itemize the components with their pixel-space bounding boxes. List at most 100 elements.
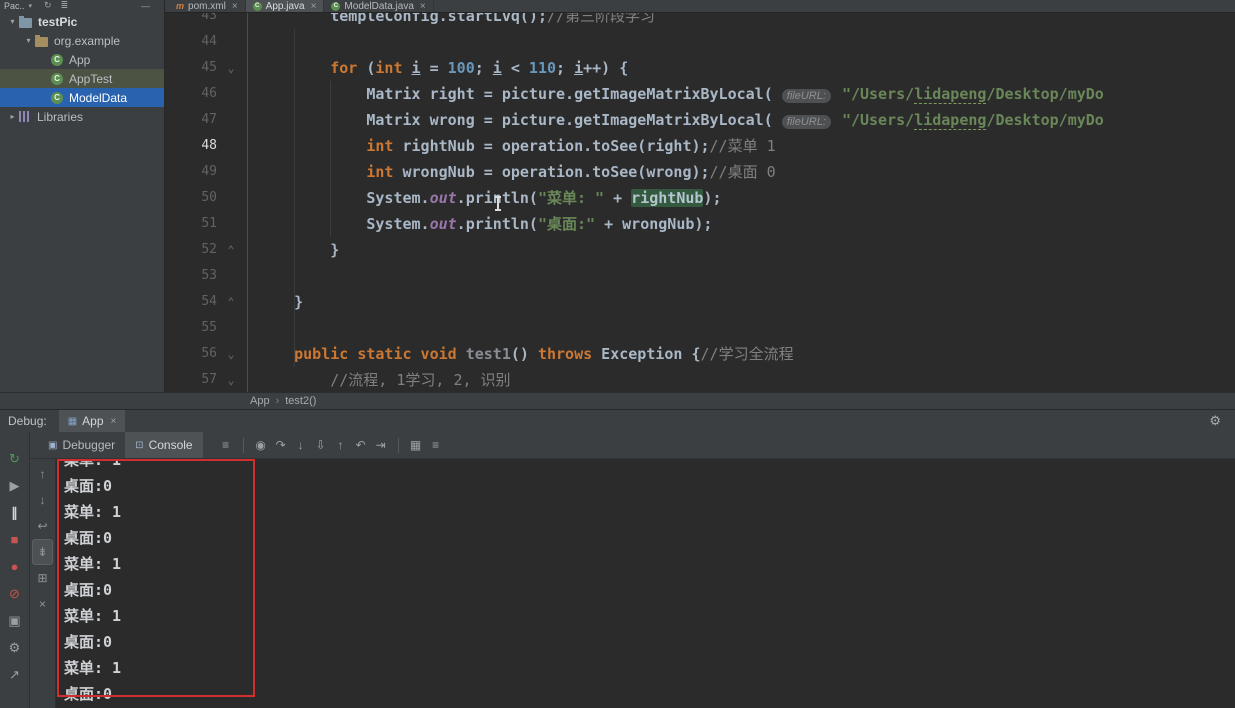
debugger-icon: ▣ xyxy=(48,439,58,451)
sync-icon[interactable]: ↻ xyxy=(44,0,52,11)
tab-debugger[interactable]: ▣ Debugger xyxy=(38,432,125,458)
breadcrumb-item[interactable]: App xyxy=(250,395,270,407)
gutter: 45 ⌄ xyxy=(165,55,248,81)
mute-breakpoints-icon[interactable]: ⊘ xyxy=(0,580,29,607)
tree-item-label: App xyxy=(69,52,91,67)
tree-item-app[interactable]: C App xyxy=(0,50,164,69)
project-tree: ▾ testPic ▾ org.example C App C AppTest C ModelDa… xyxy=(0,11,164,392)
fold-end-icon[interactable]: ⌃ xyxy=(217,289,245,315)
gutter: 57 ⌄ xyxy=(165,367,248,392)
line-number: 49 xyxy=(201,164,217,179)
step-into-icon[interactable]: ↓ xyxy=(292,438,310,452)
close-icon[interactable]: × xyxy=(111,416,117,427)
console-icon: ⊡ xyxy=(135,439,144,451)
pin-rocket-icon[interactable]: ↗ xyxy=(0,661,29,688)
tab-label: Debugger xyxy=(62,438,116,452)
editor-tab-pom-xml[interactable]: m pom.xml × xyxy=(169,0,246,12)
code-text[interactable] xyxy=(248,29,258,55)
resume-icon[interactable]: ▶ xyxy=(0,472,29,499)
fold-open-icon[interactable]: ⌄ xyxy=(217,55,245,81)
code-text[interactable]: System.out.println("菜单: " + rightNub); xyxy=(248,185,721,211)
pause-icon[interactable]: ∥ xyxy=(0,499,29,526)
breadcrumb-item[interactable]: test2() xyxy=(285,395,316,407)
code-text[interactable]: int rightNub = operation.toSee(right);//… xyxy=(248,133,775,159)
view-options-icon[interactable]: ▦ xyxy=(407,438,425,452)
rerun-icon[interactable]: ↻ xyxy=(0,445,29,472)
tree-item-libraries[interactable]: ▸ Libraries xyxy=(0,107,164,126)
code-text[interactable]: System.out.println("桌面:" + wrongNub); xyxy=(248,211,712,237)
tree-item-modeldata[interactable]: C ModelData xyxy=(0,88,164,107)
line-number: 53 xyxy=(201,268,217,283)
editor-tab-modeldata-java[interactable]: C ModelData.java × xyxy=(324,0,434,12)
tree-item-label: ModelData xyxy=(69,90,128,105)
code-line: 55 xyxy=(165,315,1235,341)
editor-tab-app-java[interactable]: C App.java × xyxy=(245,0,325,12)
soft-wrap-icon[interactable]: ↩ xyxy=(32,513,53,539)
chevron-down-icon[interactable]: ▾ xyxy=(22,36,35,45)
line-number: 48 xyxy=(201,138,217,153)
run-to-cursor-icon[interactable]: ⇥ xyxy=(372,438,390,452)
gear-icon[interactable]: ⚙ xyxy=(1209,413,1221,429)
code-line: 56 ⌄ public static void test1() throws Exc… xyxy=(165,341,1235,367)
main-toolbar: Pac.. ▾ ↻ ≣ — xyxy=(0,0,164,11)
close-icon[interactable]: × xyxy=(232,1,238,12)
step-over-icon[interactable]: ↷ xyxy=(272,438,290,452)
code-text[interactable] xyxy=(248,315,258,341)
stack-down-icon[interactable]: ↓ xyxy=(32,487,53,513)
console-line: 桌面:0 xyxy=(64,685,113,703)
code-text[interactable]: int wrongNub = operation.toSee(wrong);//… xyxy=(248,159,775,185)
view-breakpoints-icon[interactable]: ● xyxy=(0,553,29,580)
chevron-down-icon[interactable]: ▾ xyxy=(6,17,19,26)
code-text[interactable]: //流程, 1学习, 2, 识别 xyxy=(248,367,510,392)
class-icon: C xyxy=(51,91,63,104)
code-line: 45 ⌄ for (int i = 100; i < 110; i++) { xyxy=(165,55,1235,81)
code-text[interactable]: } xyxy=(248,289,303,315)
code-line: 54 ⌃} xyxy=(165,289,1235,315)
gutter: 48 xyxy=(165,133,248,159)
project-selector[interactable]: Pac.. xyxy=(4,1,25,11)
tab-console[interactable]: ⊡ Console xyxy=(125,432,203,458)
debug-settings-gear-icon[interactable]: ⚙ xyxy=(0,634,29,661)
tree-item-org-example[interactable]: ▾ org.example xyxy=(0,31,164,50)
tree-item-apptest[interactable]: C AppTest xyxy=(0,69,164,88)
code-line: 48 int rightNub = operation.toSee(right);… xyxy=(165,133,1235,159)
code-text[interactable]: Matrix right = picture.getImageMatrixByL… xyxy=(248,81,1104,107)
scroll-to-end-icon[interactable]: ⇟ xyxy=(32,539,53,565)
show-execution-point-icon[interactable]: ◉ xyxy=(252,438,270,452)
code-text[interactable]: Matrix wrong = picture.getImageMatrixByL… xyxy=(248,107,1104,133)
debug-view-tabs: ▣ Debugger ⊡ Console xyxy=(38,432,203,458)
console-line: 菜单: 1 xyxy=(64,555,122,573)
session-tab-label: App xyxy=(82,414,104,428)
fold-open-icon[interactable]: ⌄ xyxy=(217,341,245,367)
clear-all-icon[interactable]: × xyxy=(32,591,53,617)
code-text[interactable]: for (int i = 100; i < 110; i++) { xyxy=(248,55,628,81)
main-toolbar-icons: ↻ ≣ xyxy=(44,0,68,11)
fold-open-icon[interactable]: ⌄ xyxy=(217,367,245,392)
layout-icon[interactable]: ≣ xyxy=(61,0,69,11)
close-icon[interactable]: × xyxy=(311,1,317,12)
stop-icon[interactable]: ■ xyxy=(0,526,29,553)
console-output[interactable]: 菜单: 1 桌面:0 菜单: 1 桌面:0 菜单: 1 桌面:0 菜单: 1 桌面:0 菜单: … xyxy=(56,459,1235,708)
code-editor[interactable]: 43 templeConfig.startLvq();//第三阶段学习 44 45 ⌄ f… xyxy=(165,13,1235,392)
debug-views-toolbar: ▣ Debugger ⊡ Console ≡ ◉ ↷ ↓ ⇩ ↑ ↶ ⇥ ▦ ≡ xyxy=(30,432,1235,459)
code-text[interactable]: } xyxy=(248,237,339,263)
force-step-into-icon[interactable]: ⇩ xyxy=(312,438,330,452)
step-out-icon[interactable]: ↑ xyxy=(332,438,350,452)
tree-item-testpic[interactable]: ▾ testPic xyxy=(0,12,164,31)
thread-dump-camera-icon[interactable]: ▣ xyxy=(0,607,29,634)
close-icon[interactable]: × xyxy=(420,1,426,12)
print-icon[interactable]: ⊞ xyxy=(32,565,53,591)
chevron-right-icon[interactable]: ▸ xyxy=(6,112,19,121)
stack-up-icon[interactable]: ↑ xyxy=(32,461,53,487)
code-text[interactable] xyxy=(248,263,258,289)
minimize-icon[interactable]: — xyxy=(141,1,150,11)
code-text[interactable]: public static void test1() throws Except… xyxy=(248,341,793,367)
gutter: 50 xyxy=(165,185,248,211)
drop-frame-icon[interactable]: ↶ xyxy=(352,438,370,452)
code-text[interactable]: templeConfig.startLvq();//第三阶段学习 xyxy=(248,13,655,29)
more-options-icon[interactable]: ≡ xyxy=(427,438,445,452)
fold-end-icon[interactable]: ⌃ xyxy=(217,237,245,263)
debug-session-tab[interactable]: ▦ App × xyxy=(58,410,126,432)
layout-settings-icon[interactable]: ≡ xyxy=(217,438,235,452)
